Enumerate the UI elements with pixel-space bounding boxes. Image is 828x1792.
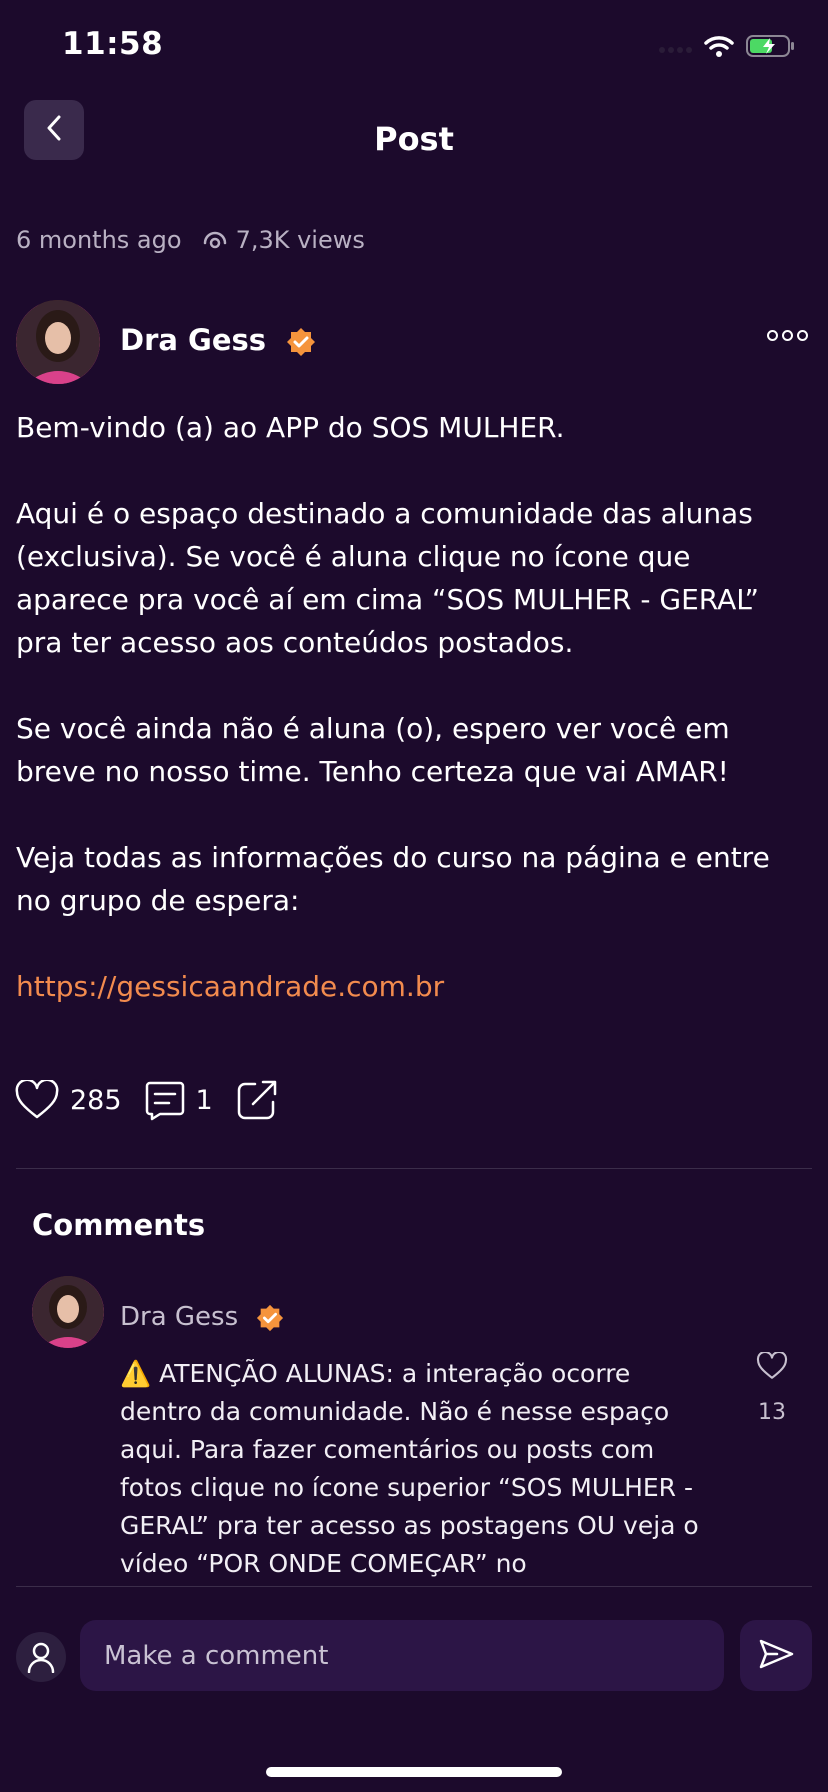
verified-badge-icon (286, 327, 316, 357)
comment-like[interactable]: 13 (756, 1350, 788, 1425)
comment-count: 1 (195, 1084, 213, 1116)
post-views: 7,3K views (235, 226, 365, 254)
comment-author[interactable]: Dra Gess (120, 1302, 238, 1332)
heart-icon[interactable] (756, 1350, 788, 1386)
post-time: 6 months ago (16, 226, 182, 254)
verified-badge-icon (256, 1304, 284, 1332)
divider (16, 1168, 812, 1169)
send-button[interactable] (740, 1620, 812, 1691)
comment-icon[interactable] (144, 1079, 186, 1121)
page-title: Post (374, 120, 454, 158)
more-options-icon[interactable] (767, 330, 808, 341)
comment-like-count: 13 (758, 1400, 786, 1425)
eye-icon (202, 229, 228, 251)
send-icon (757, 1637, 795, 1675)
post-paragraph: Bem-vindo (a) ao APP do SOS MULHER. (16, 411, 565, 444)
home-indicator (266, 1767, 562, 1777)
comment-author-row[interactable]: Dra Gess (120, 1302, 284, 1332)
post-paragraph: Veja todas as informações do curso na pá… (16, 841, 770, 917)
post-link[interactable]: https://gessicaandrade.com.br (16, 970, 444, 1003)
status-time: 11:58 (62, 26, 164, 62)
author-avatar[interactable] (16, 300, 100, 384)
author-name-row[interactable]: Dra Gess (120, 323, 316, 357)
comments-title: Comments (32, 1208, 206, 1242)
signal-icon (658, 39, 692, 58)
post-body: Bem-vindo (a) ao APP do SOS MULHER. Aqui… (16, 406, 806, 1051)
like-count: 285 (70, 1084, 122, 1116)
post-paragraph: Aqui é o espaço destinado a comunidade d… (16, 497, 760, 659)
post-actions: 285 1 (14, 1078, 279, 1122)
status-icons (658, 34, 796, 62)
battery-charging-icon (746, 34, 796, 62)
divider (16, 1586, 812, 1587)
share-icon[interactable] (235, 1078, 279, 1122)
comment-text: ⚠️ ATENÇÃO ALUNAS: a interação ocorre de… (120, 1359, 699, 1578)
author-name[interactable]: Dra Gess (120, 323, 266, 357)
user-icon (16, 1632, 66, 1682)
comment-input[interactable] (80, 1620, 724, 1691)
comment-avatar[interactable] (32, 1276, 104, 1348)
wifi-icon (704, 34, 734, 62)
post-meta: 6 months ago 7,3K views (16, 226, 365, 254)
post-paragraph: Se você ainda não é aluna (o), espero ve… (16, 712, 730, 788)
heart-icon[interactable] (14, 1080, 60, 1120)
